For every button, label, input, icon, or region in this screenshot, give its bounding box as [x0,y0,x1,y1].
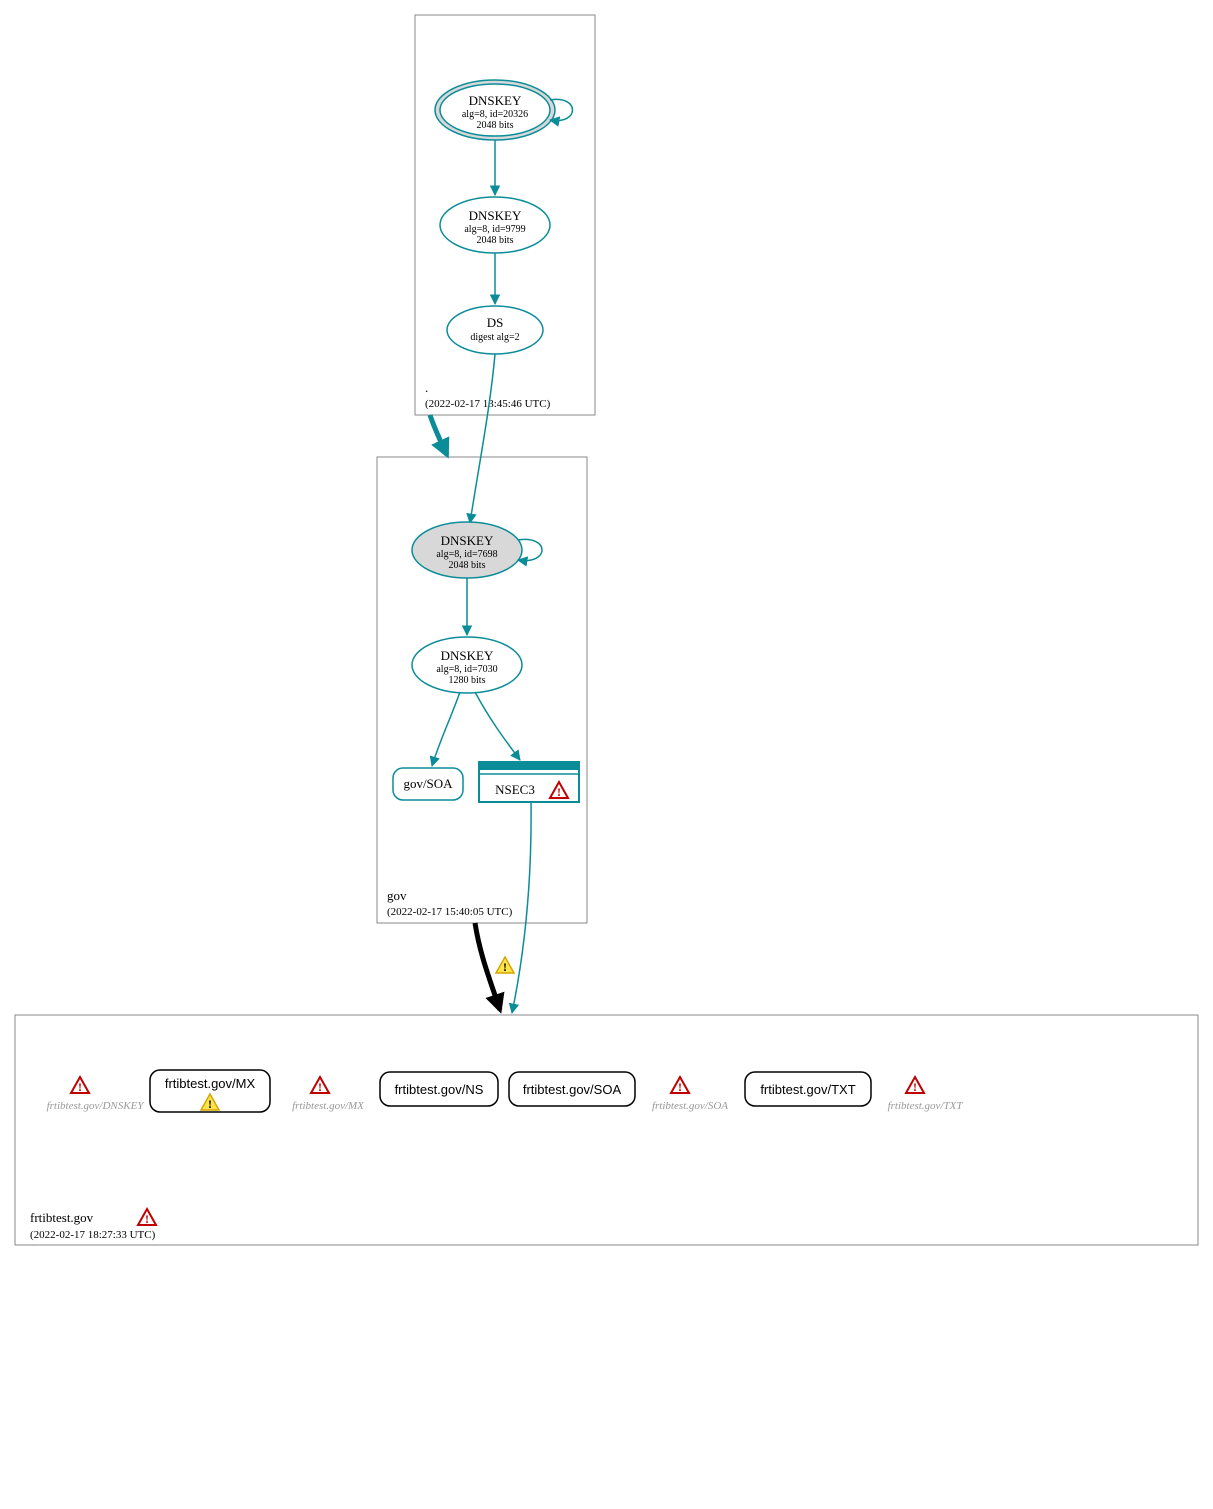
edge-ds-to-gov-ksk [470,354,495,523]
node-gov-zsk: DNSKEY alg=8, id=7030 1280 bits [412,637,522,693]
node-root-ksk: DNSKEY alg=8, id=20326 2048 bits [435,80,555,140]
svg-text:frtibtest.gov/NS: frtibtest.gov/NS [395,1082,484,1097]
edge-gov-to-frtibtest-deleg [475,923,500,1010]
svg-text:DNSKEY: DNSKEY [469,93,522,108]
svg-text:frtibtest.gov/SOA: frtibtest.gov/SOA [652,1100,728,1112]
svg-text:DNSKEY: DNSKEY [441,533,494,548]
node-root-ds: DS digest alg=2 [447,306,543,354]
zone-frtibtest-date: (2022-02-17 18:27:33 UTC) [30,1229,156,1241]
svg-text:alg=8, id=7698: alg=8, id=7698 [436,549,497,560]
edge-root-to-gov-deleg [430,415,447,455]
svg-text:DNSKEY: DNSKEY [441,648,494,663]
edge-nsec3-to-frtibtest [512,802,531,1013]
svg-text:frtibtest.gov/SOA: frtibtest.gov/SOA [523,1082,622,1097]
svg-text:frtibtest.gov/MX: frtibtest.gov/MX [165,1076,256,1091]
record-mx-error: frtibtest.gov/MX [292,1077,365,1112]
record-ns: frtibtest.gov/NS [380,1072,498,1106]
zone-root-name: . [425,380,428,395]
zone-gov-name: gov [387,888,407,903]
svg-text:alg=8, id=7030: alg=8, id=7030 [436,664,497,675]
record-mx: frtibtest.gov/MX [150,1070,270,1112]
record-dnskey-error: frtibtest.gov/DNSKEY [47,1077,146,1112]
warning-icon [496,957,514,974]
node-root-zsk: DNSKEY alg=8, id=9799 2048 bits [440,197,550,253]
record-soa: frtibtest.gov/SOA [509,1072,635,1106]
svg-text:frtibtest.gov/DNSKEY: frtibtest.gov/DNSKEY [47,1100,146,1112]
svg-text:alg=8, id=20326: alg=8, id=20326 [462,109,528,120]
svg-text:2048 bits: 2048 bits [449,560,486,571]
svg-text:frtibtest.gov/TXT: frtibtest.gov/TXT [888,1100,964,1112]
svg-text:2048 bits: 2048 bits [477,235,514,246]
svg-text:DS: DS [487,315,504,330]
node-gov-soa: gov/SOA [393,768,463,800]
svg-text:alg=8, id=9799: alg=8, id=9799 [464,224,525,235]
zone-gov-date: (2022-02-17 15:40:05 UTC) [387,906,513,918]
svg-text:frtibtest.gov/TXT: frtibtest.gov/TXT [760,1082,855,1097]
zone-frtibtest [15,1015,1198,1245]
edge-gov-zsk-nsec3 [475,692,520,760]
error-icon [71,1077,89,1094]
edge-gov-zsk-soa [432,692,460,766]
error-icon [138,1209,156,1226]
record-soa-error: frtibtest.gov/SOA [652,1077,728,1112]
record-txt: frtibtest.gov/TXT [745,1072,871,1106]
node-gov-ksk: DNSKEY alg=8, id=7698 2048 bits [412,522,522,578]
svg-text:frtibtest.gov/MX: frtibtest.gov/MX [292,1100,365,1112]
dnssec-diagram: ! ! . (2022-02-17 13:45:46 UTC) DNSKEY a… [10,10,1203,1499]
svg-text:DNSKEY: DNSKEY [469,208,522,223]
error-icon [671,1077,689,1094]
error-icon [311,1077,329,1094]
error-icon [906,1077,924,1094]
svg-text:NSEC3: NSEC3 [495,782,535,797]
svg-text:2048 bits: 2048 bits [477,120,514,131]
svg-text:digest alg=2: digest alg=2 [470,332,519,343]
record-txt-error: frtibtest.gov/TXT [888,1077,964,1112]
svg-text:gov/SOA: gov/SOA [403,776,453,791]
zone-frtibtest-name: frtibtest.gov [30,1210,94,1225]
node-gov-nsec3: NSEC3 [479,762,579,802]
svg-text:1280 bits: 1280 bits [449,675,486,686]
